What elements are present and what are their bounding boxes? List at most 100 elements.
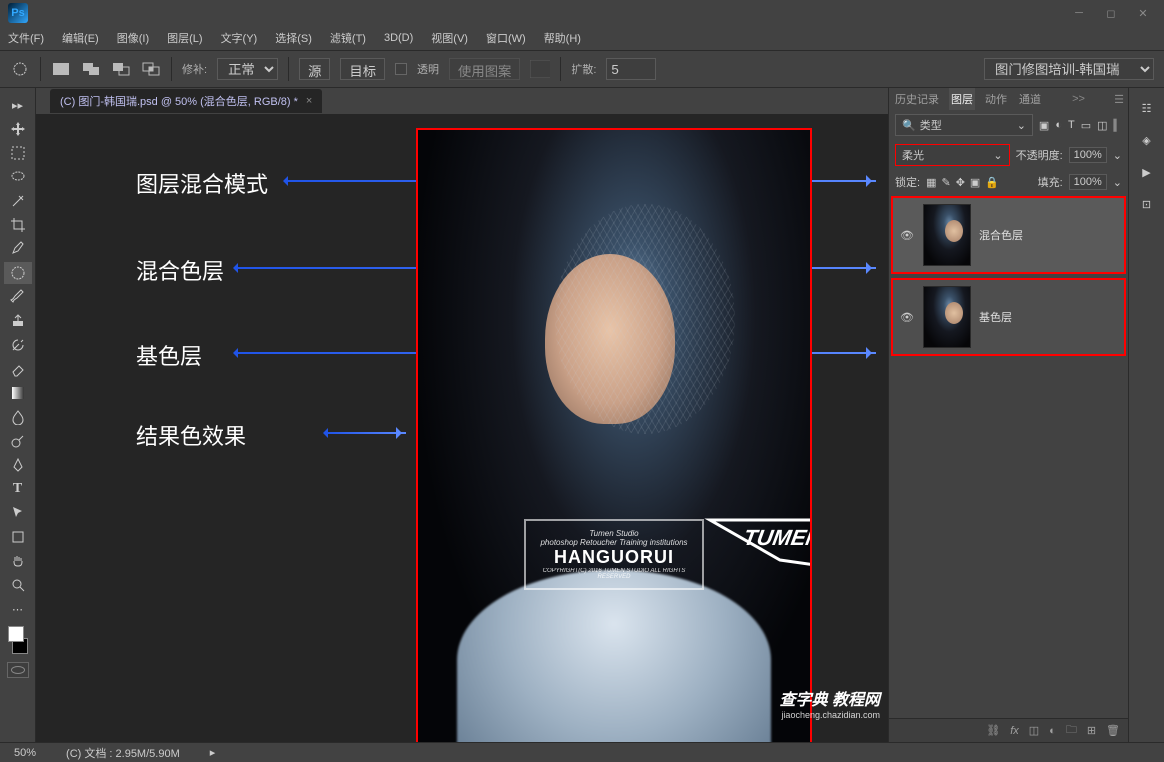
eyedropper-tool-icon[interactable] bbox=[4, 238, 32, 260]
type-tool-icon[interactable]: T bbox=[4, 478, 32, 500]
close-tab-icon[interactable]: × bbox=[306, 95, 312, 107]
canvas-content[interactable]: 图层混合模式 混合色层 基色层 结果色效果 Tumen Studio photo… bbox=[36, 114, 888, 742]
layer-name[interactable]: 混合色层 bbox=[979, 227, 1023, 243]
diffuse-input[interactable] bbox=[606, 58, 656, 80]
pattern-swatch-icon[interactable] bbox=[530, 59, 550, 79]
shape-tool-icon[interactable] bbox=[4, 526, 32, 548]
menu-filter[interactable]: 滤镜(T) bbox=[330, 30, 366, 46]
foreground-color-swatch[interactable] bbox=[8, 626, 24, 642]
layer-mask-icon[interactable]: ◫ bbox=[1029, 724, 1039, 737]
opacity-value[interactable]: 100% bbox=[1069, 147, 1107, 163]
marquee-tool-icon[interactable] bbox=[4, 142, 32, 164]
layer-visibility-icon[interactable]: 👁 bbox=[899, 311, 915, 324]
layer-item-base[interactable]: 👁 基色层 bbox=[891, 278, 1126, 356]
menu-layer[interactable]: 图层(L) bbox=[167, 30, 202, 46]
filter-shape-icon[interactable]: ▭ bbox=[1081, 119, 1091, 132]
quick-mask-icon[interactable] bbox=[7, 662, 29, 678]
adjustment-layer-icon[interactable]: ◐ bbox=[1049, 725, 1056, 737]
maximize-button[interactable]: ◻ bbox=[1104, 6, 1118, 20]
dock-properties-icon[interactable]: ☷ bbox=[1135, 96, 1159, 120]
menu-edit[interactable]: 编辑(E) bbox=[62, 30, 99, 46]
dodge-tool-icon[interactable] bbox=[4, 430, 32, 452]
workspace-select[interactable]: 图门修图培训-韩国瑞 bbox=[984, 58, 1154, 80]
close-button[interactable]: ✕ bbox=[1136, 6, 1150, 20]
tab-history[interactable]: 历史记录 bbox=[893, 88, 941, 110]
edit-toolbar-icon[interactable]: ⋯ bbox=[4, 598, 32, 620]
lock-artboard-icon[interactable]: ▣ bbox=[970, 176, 980, 189]
layer-style-icon[interactable]: fx bbox=[1010, 725, 1019, 737]
new-layer-icon[interactable]: ⊞ bbox=[1087, 724, 1096, 737]
magic-wand-tool-icon[interactable] bbox=[4, 190, 32, 212]
menu-help[interactable]: 帮助(H) bbox=[544, 30, 581, 46]
status-chevron-icon[interactable]: ▸ bbox=[210, 746, 216, 759]
color-swatches[interactable] bbox=[4, 626, 32, 654]
menu-view[interactable]: 视图(V) bbox=[431, 30, 468, 46]
lock-image-icon[interactable]: ✎ bbox=[941, 176, 950, 189]
document-info[interactable]: (C) 文档 : 2.95M/5.90M bbox=[66, 745, 180, 761]
chevron-down-icon[interactable]: ⌄ bbox=[1113, 149, 1122, 162]
hand-tool-icon[interactable] bbox=[4, 550, 32, 572]
crop-tool-icon[interactable] bbox=[4, 214, 32, 236]
move-tool-icon[interactable] bbox=[4, 118, 32, 140]
delete-layer-icon[interactable]: 🗑 bbox=[1106, 724, 1120, 737]
expand-toolbox-icon[interactable]: ▸▸ bbox=[4, 94, 32, 116]
dock-navigator-icon[interactable]: ⊡ bbox=[1135, 192, 1159, 216]
add-selection-icon[interactable] bbox=[81, 59, 101, 79]
subtract-selection-icon[interactable] bbox=[111, 59, 131, 79]
dock-play-icon[interactable]: ▶ bbox=[1135, 160, 1159, 184]
layer-thumbnail[interactable] bbox=[923, 286, 971, 348]
layer-name[interactable]: 基色层 bbox=[979, 309, 1012, 325]
fill-value[interactable]: 100% bbox=[1069, 174, 1107, 190]
filter-image-icon[interactable]: ▣ bbox=[1039, 119, 1049, 132]
transparent-checkbox[interactable] bbox=[395, 63, 407, 75]
blur-tool-icon[interactable] bbox=[4, 406, 32, 428]
panel-expand-icon[interactable]: >> bbox=[1072, 93, 1085, 105]
tab-actions[interactable]: 动作 bbox=[983, 88, 1009, 110]
link-layers-icon[interactable]: ⛓ bbox=[986, 724, 1000, 737]
lasso-tool-icon[interactable] bbox=[4, 166, 32, 188]
eraser-tool-icon[interactable] bbox=[4, 358, 32, 380]
filter-toggle-icon[interactable]: ▍ bbox=[1114, 119, 1122, 132]
menu-type[interactable]: 文字(Y) bbox=[221, 30, 258, 46]
current-tool-icon[interactable] bbox=[10, 59, 30, 79]
repair-mode-select[interactable]: 正常 bbox=[217, 58, 278, 80]
chevron-down-icon[interactable]: ⌄ bbox=[1113, 176, 1122, 189]
minimize-button[interactable]: ─ bbox=[1072, 6, 1086, 20]
tab-layers[interactable]: 图层 bbox=[949, 88, 975, 110]
blend-mode-select[interactable]: 柔光 ⌄ bbox=[895, 144, 1010, 166]
lock-position-icon[interactable]: ✥ bbox=[956, 176, 965, 189]
brush-tool-icon[interactable] bbox=[4, 286, 32, 308]
patch-tool-icon[interactable] bbox=[4, 262, 32, 284]
menu-select[interactable]: 选择(S) bbox=[275, 30, 312, 46]
menu-file[interactable]: 文件(F) bbox=[8, 30, 44, 46]
filter-adjustment-icon[interactable]: ◐ bbox=[1055, 119, 1062, 132]
zoom-tool-icon[interactable] bbox=[4, 574, 32, 596]
layer-filter-type-select[interactable]: 🔍 类型 ⌄ bbox=[895, 114, 1033, 136]
intersect-selection-icon[interactable] bbox=[141, 59, 161, 79]
layer-item-blend[interactable]: 👁 混合色层 bbox=[891, 196, 1126, 274]
gradient-tool-icon[interactable] bbox=[4, 382, 32, 404]
tab-channels[interactable]: 通道 bbox=[1017, 88, 1043, 110]
lock-all-icon[interactable]: 🔒 bbox=[985, 176, 999, 189]
history-brush-tool-icon[interactable] bbox=[4, 334, 32, 356]
source-button[interactable]: 源 bbox=[299, 58, 330, 80]
menu-window[interactable]: 窗口(W) bbox=[486, 30, 526, 46]
panel-menu-icon[interactable]: ☰ bbox=[1114, 93, 1124, 106]
layer-thumbnail[interactable] bbox=[923, 204, 971, 266]
lock-transparent-icon[interactable]: ▦ bbox=[926, 176, 936, 189]
pen-tool-icon[interactable] bbox=[4, 454, 32, 476]
zoom-level[interactable]: 50% bbox=[14, 747, 36, 759]
document-tab[interactable]: (C) 图门-韩国瑞.psd @ 50% (混合色层, RGB/8) * × bbox=[50, 89, 322, 113]
menu-3d[interactable]: 3D(D) bbox=[384, 32, 413, 44]
clone-stamp-tool-icon[interactable] bbox=[4, 310, 32, 332]
path-select-tool-icon[interactable] bbox=[4, 502, 32, 524]
filter-smart-icon[interactable]: ◫ bbox=[1097, 119, 1107, 132]
layer-visibility-icon[interactable]: 👁 bbox=[899, 229, 915, 242]
dock-swatches-icon[interactable]: ◈ bbox=[1135, 128, 1159, 152]
new-selection-icon[interactable] bbox=[51, 59, 71, 79]
use-pattern-button[interactable]: 使用图案 bbox=[449, 58, 520, 80]
target-button[interactable]: 目标 bbox=[340, 58, 385, 80]
new-group-icon[interactable]: 🗀 bbox=[1066, 721, 1077, 740]
menu-image[interactable]: 图像(I) bbox=[117, 30, 149, 46]
filter-type-icon[interactable]: T bbox=[1068, 119, 1075, 132]
